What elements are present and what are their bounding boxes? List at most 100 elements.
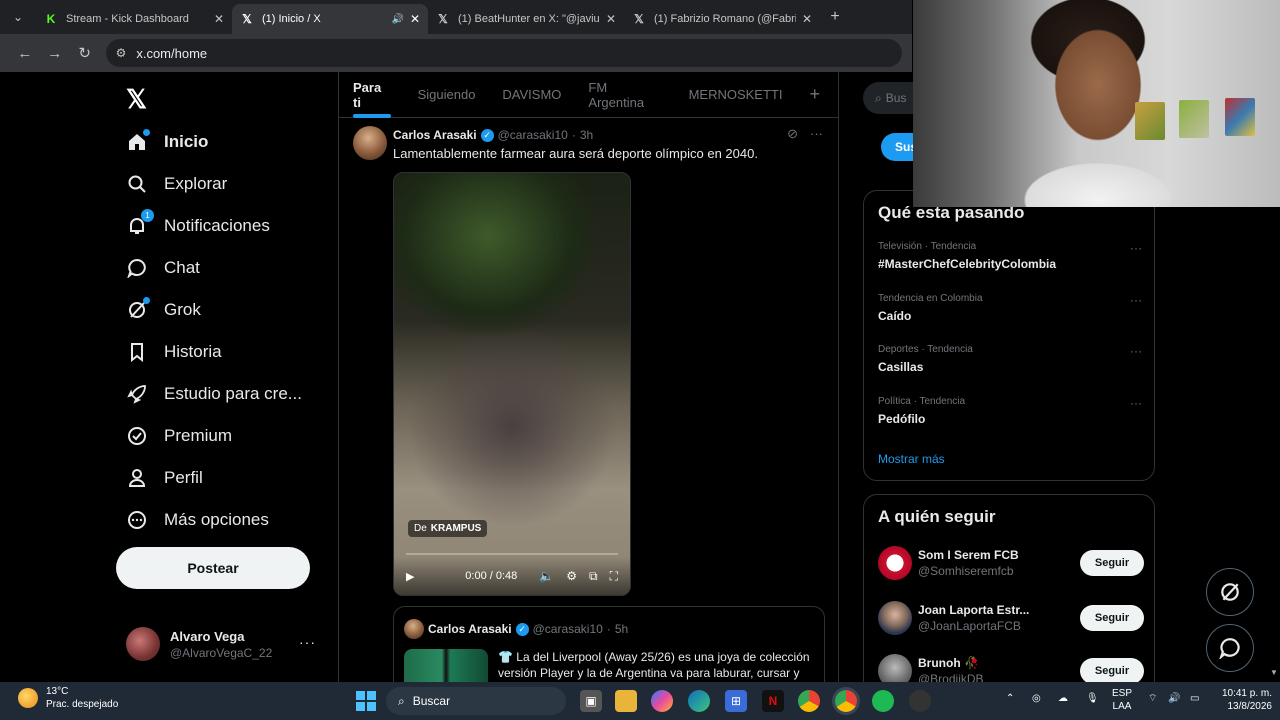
grok-float-button[interactable] xyxy=(1206,568,1254,616)
tray-expand-icon[interactable]: ⌃ xyxy=(1006,692,1014,705)
url-field[interactable]: ⚙ x.com/home xyxy=(105,39,902,67)
tweet-video[interactable]: De KRAMPUS ▶ 0:00 / 0:48 🔈 ⚙ ⧉ ⛶ xyxy=(393,172,631,596)
file-explorer-icon[interactable] xyxy=(615,690,637,712)
nav-item-chat[interactable]: Chat xyxy=(126,253,200,283)
quote-author-name: Carlos Arasaki xyxy=(428,622,512,636)
language-indicator[interactable]: ESP LAA xyxy=(1112,687,1132,713)
browser-tab-beathunter[interactable]: 𝕏 (1) BeatHunter en X: "@javiukn... ✕ xyxy=(428,4,624,34)
quoted-tweet[interactable]: Carlos Arasaki ✓ @carasaki10 · 5h 👕 La d… xyxy=(393,606,825,682)
more-dots-icon[interactable]: ··· xyxy=(1130,396,1142,410)
nav-item-historia[interactable]: Historia xyxy=(126,337,222,367)
tweet-handle[interactable]: @carasaki10 xyxy=(498,128,568,142)
picture-in-picture-icon[interactable]: ⧉ xyxy=(589,569,598,584)
avatar xyxy=(126,627,160,661)
wall-painting xyxy=(1225,98,1255,136)
browser-tab-x-home[interactable]: 𝕏 (1) Inicio / X 🔊 ✕ xyxy=(232,4,428,34)
search-icon xyxy=(126,173,148,195)
x-logo-icon[interactable]: 𝕏 xyxy=(126,84,147,115)
system-clock[interactable]: 10:41 p. m. 13/8/2026 xyxy=(1212,687,1272,713)
tab-fm-argentina[interactable]: FM Argentina xyxy=(588,72,661,118)
new-tab-button[interactable]: + xyxy=(820,8,850,26)
nav-item-explorar[interactable]: Explorar xyxy=(126,169,227,199)
browser-tab-kick[interactable]: K Stream - Kick Dashboard ✕ xyxy=(36,4,232,34)
close-icon[interactable]: ✕ xyxy=(410,12,420,26)
tweet-time[interactable]: 3h xyxy=(580,128,593,142)
forward-icon[interactable]: → xyxy=(40,45,70,62)
separator: · xyxy=(571,128,576,142)
video-source-tag[interactable]: De KRAMPUS xyxy=(408,520,488,537)
tab-davismo[interactable]: DAVISMO xyxy=(502,72,561,118)
nav-item-mas-opciones[interactable]: Más opciones xyxy=(126,505,269,535)
nav-item-notificaciones[interactable]: 1 Notificaciones xyxy=(126,209,270,241)
nav-item-inicio[interactable]: Inicio xyxy=(126,127,208,157)
chrome-icon[interactable] xyxy=(798,690,820,712)
fullscreen-icon[interactable]: ⛶ xyxy=(610,569,618,584)
more-dots-icon[interactable]: ··· xyxy=(810,126,823,142)
messages-float-button[interactable] xyxy=(1206,624,1254,672)
trend-item[interactable]: Televisión · Tendencia #MasterChefCelebr… xyxy=(878,241,1142,271)
trend-item[interactable]: Política · Tendencia Pedófilo ··· xyxy=(878,396,1142,426)
follow-button[interactable]: Seguir xyxy=(1080,658,1144,684)
post-button[interactable]: Postear xyxy=(116,547,310,589)
more-dots-icon[interactable]: ··· xyxy=(1130,241,1142,255)
microphone-icon[interactable]: 🎙 xyxy=(1086,692,1099,705)
add-tab-icon[interactable]: + xyxy=(809,84,820,105)
volume-icon[interactable]: 🔈 xyxy=(539,569,554,583)
quote-image[interactable] xyxy=(404,649,488,682)
settings-icon[interactable]: ⚙ xyxy=(566,569,577,583)
follow-suggestion[interactable]: Joan Laporta Estr... @JoanLaportaFCB Seg… xyxy=(878,600,1144,636)
nav-item-premium[interactable]: Premium xyxy=(126,421,232,451)
back-icon[interactable]: ← xyxy=(10,45,40,62)
follow-button[interactable]: Seguir xyxy=(1080,605,1144,631)
trend-category: Deportes · Tendencia xyxy=(878,344,973,355)
spotify-icon[interactable] xyxy=(872,690,894,712)
windows-start-icon[interactable] xyxy=(355,690,377,712)
show-more-link[interactable]: Mostrar más xyxy=(878,452,945,466)
nav-item-perfil[interactable]: Perfil xyxy=(126,463,203,493)
scroll-down-icon[interactable]: ▼ xyxy=(1270,668,1278,677)
tab-siguiendo[interactable]: Siguiendo xyxy=(418,72,476,118)
close-icon[interactable]: ✕ xyxy=(214,12,224,26)
obs-icon[interactable] xyxy=(909,690,931,712)
lang-top: ESP xyxy=(1112,688,1133,699)
onedrive-icon[interactable]: ☁ xyxy=(1058,692,1068,705)
close-icon[interactable]: ✕ xyxy=(606,12,616,26)
account-switcher[interactable]: Alvaro Vega @AlvaroVegaC_22 ··· xyxy=(126,624,326,664)
edge-icon[interactable] xyxy=(688,690,710,712)
close-icon[interactable]: ✕ xyxy=(802,12,812,26)
subscribe-button[interactable]: Sus xyxy=(881,133,917,161)
task-view-icon[interactable]: ▣ xyxy=(580,690,602,712)
nav-item-grok[interactable]: Grok xyxy=(126,295,201,325)
tweet-author-name[interactable]: Carlos Arasaki xyxy=(393,128,477,142)
site-info-icon[interactable]: ⚙ xyxy=(116,46,127,60)
follow-suggestion[interactable]: Som I Serem FCB @Somhiseremfcb Seguir xyxy=(878,545,1144,581)
tab-search-button[interactable]: ⌄ xyxy=(0,0,36,34)
chrome-active-icon[interactable] xyxy=(835,690,857,712)
more-dots-icon[interactable]: ··· xyxy=(299,634,316,650)
video-progress-bar[interactable] xyxy=(406,553,618,555)
store-icon[interactable]: ⊞ xyxy=(725,690,747,712)
grok-icon[interactable]: ⊘ xyxy=(787,126,798,142)
taskbar-search[interactable]: ⌕ Buscar xyxy=(386,687,566,715)
copilot-icon[interactable] xyxy=(651,690,673,712)
browser-tab-fabrizio[interactable]: 𝕏 (1) Fabrizio Romano (@Fabrizio... ✕ xyxy=(624,4,820,34)
trend-item[interactable]: Deportes · Tendencia Casillas ··· xyxy=(878,344,1142,374)
play-icon[interactable]: ▶ xyxy=(406,570,414,583)
battery-icon[interactable]: ▭ xyxy=(1190,692,1199,705)
more-dots-icon[interactable]: ··· xyxy=(1130,344,1142,358)
search-input[interactable]: ⌕ Bus xyxy=(863,82,913,114)
netflix-icon[interactable]: N xyxy=(762,690,784,712)
more-dots-icon[interactable]: ··· xyxy=(1130,293,1142,307)
trend-item[interactable]: Tendencia en Colombia Caído ··· xyxy=(878,293,1142,323)
weather-widget[interactable]: 13°C Prac. despejado xyxy=(18,686,118,710)
avatar[interactable] xyxy=(353,126,387,160)
reload-icon[interactable]: ↻ xyxy=(70,44,100,62)
speaker-icon[interactable]: 🔊 xyxy=(391,14,403,25)
wifi-icon[interactable]: ⌔ xyxy=(1148,692,1157,705)
tab-para-ti[interactable]: Para ti xyxy=(353,72,391,118)
tray-app-icon[interactable]: ◎ xyxy=(1032,692,1041,705)
nav-item-estudio[interactable]: Estudio para cre... xyxy=(126,379,302,409)
tab-mernosketti[interactable]: MERNOSKETTI xyxy=(689,72,783,118)
volume-icon[interactable]: 🔊 xyxy=(1168,692,1180,705)
follow-button[interactable]: Seguir xyxy=(1080,550,1144,576)
